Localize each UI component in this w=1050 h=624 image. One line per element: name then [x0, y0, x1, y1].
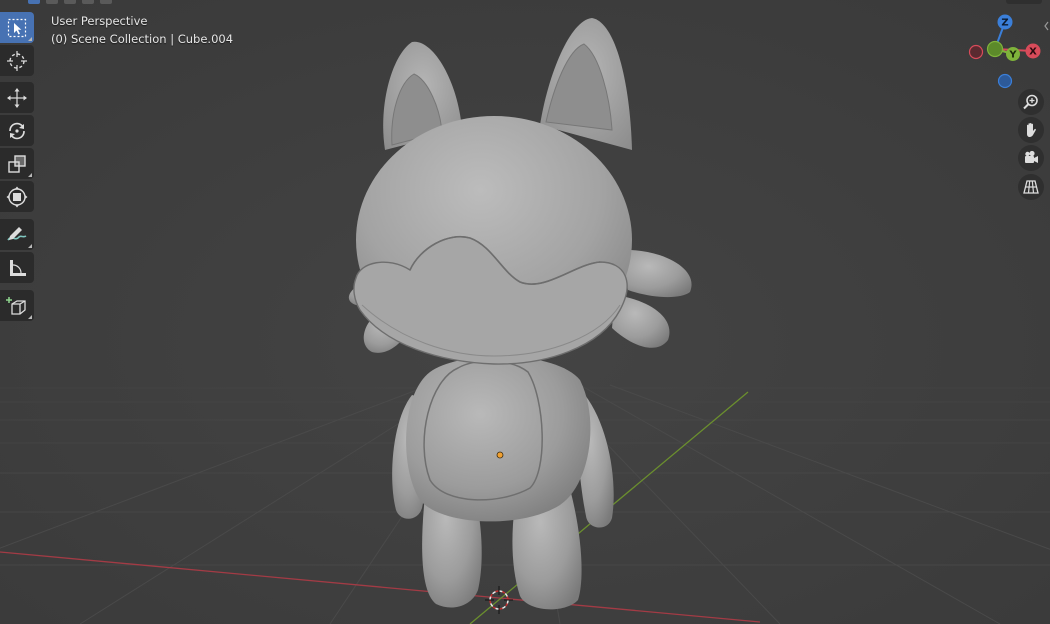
3d-viewport[interactable]: User Perspective (0) Scene Collection | …	[0, 0, 1050, 624]
perspective-toggle-button[interactable]	[1018, 174, 1044, 200]
header-tab[interactable]	[46, 0, 58, 4]
cursor-icon	[7, 50, 27, 71]
header-strip	[28, 0, 112, 4]
tool-options-corner	[28, 173, 32, 177]
navigation-gizmo[interactable]: Z Y X	[964, 12, 1050, 92]
measure-tool[interactable]	[0, 252, 34, 283]
y-axis-label: Y	[1008, 50, 1017, 61]
tool-options-corner	[28, 315, 32, 319]
zoom-icon	[1023, 94, 1038, 110]
zoom-button[interactable]	[1018, 89, 1044, 115]
transform-icon	[6, 186, 28, 207]
x-axis-handle[interactable]: X	[1025, 43, 1041, 59]
annotate-tool[interactable]	[0, 219, 34, 250]
neg-z-axis-handle[interactable]	[997, 73, 1013, 89]
grid-perspective-icon	[1023, 180, 1039, 194]
hand-pan-icon	[1027, 123, 1036, 137]
measure-icon	[10, 259, 26, 276]
view-mode-label: User Perspective	[51, 14, 148, 28]
tool-options-corner	[28, 37, 32, 41]
gizmo-expand-icon[interactable]	[1044, 21, 1049, 31]
neg-x-axis-handle[interactable]	[968, 44, 984, 60]
z-axis-handle[interactable]: Z	[997, 14, 1013, 30]
tool-options-corner	[28, 244, 32, 248]
y-axis-handle[interactable]: Y	[1006, 47, 1020, 61]
origin-dot	[496, 451, 504, 459]
x-axis-label: X	[1029, 47, 1037, 58]
cursor-tool[interactable]	[0, 45, 34, 76]
select-box-icon	[7, 18, 27, 37]
transform-tool[interactable]	[0, 181, 34, 212]
pan-button[interactable]	[1018, 117, 1044, 143]
rotate-tool[interactable]	[0, 115, 34, 146]
scale-icon	[8, 154, 26, 173]
scale-tool[interactable]	[0, 148, 34, 179]
annotate-icon	[7, 226, 27, 241]
select-box-tool[interactable]	[0, 12, 34, 43]
neg-y-axis-handle[interactable]	[986, 40, 1004, 58]
z-axis-label: Z	[1001, 18, 1008, 29]
add-cube-tool[interactable]	[0, 290, 34, 321]
move-icon	[7, 87, 27, 108]
select-mode-tab[interactable]	[28, 0, 40, 4]
header-tab[interactable]	[100, 0, 112, 4]
header-right-stub	[1006, 0, 1042, 4]
viewport-scene[interactable]	[0, 0, 1050, 624]
scene-info-label: (0) Scene Collection | Cube.004	[51, 32, 234, 46]
move-tool[interactable]	[0, 82, 34, 113]
header-tab[interactable]	[82, 0, 94, 4]
rotate-icon	[9, 122, 25, 139]
add-cube-icon	[6, 296, 26, 315]
header-tab[interactable]	[64, 0, 76, 4]
camera-view-button[interactable]	[1018, 145, 1044, 171]
camera-icon	[1025, 150, 1038, 163]
